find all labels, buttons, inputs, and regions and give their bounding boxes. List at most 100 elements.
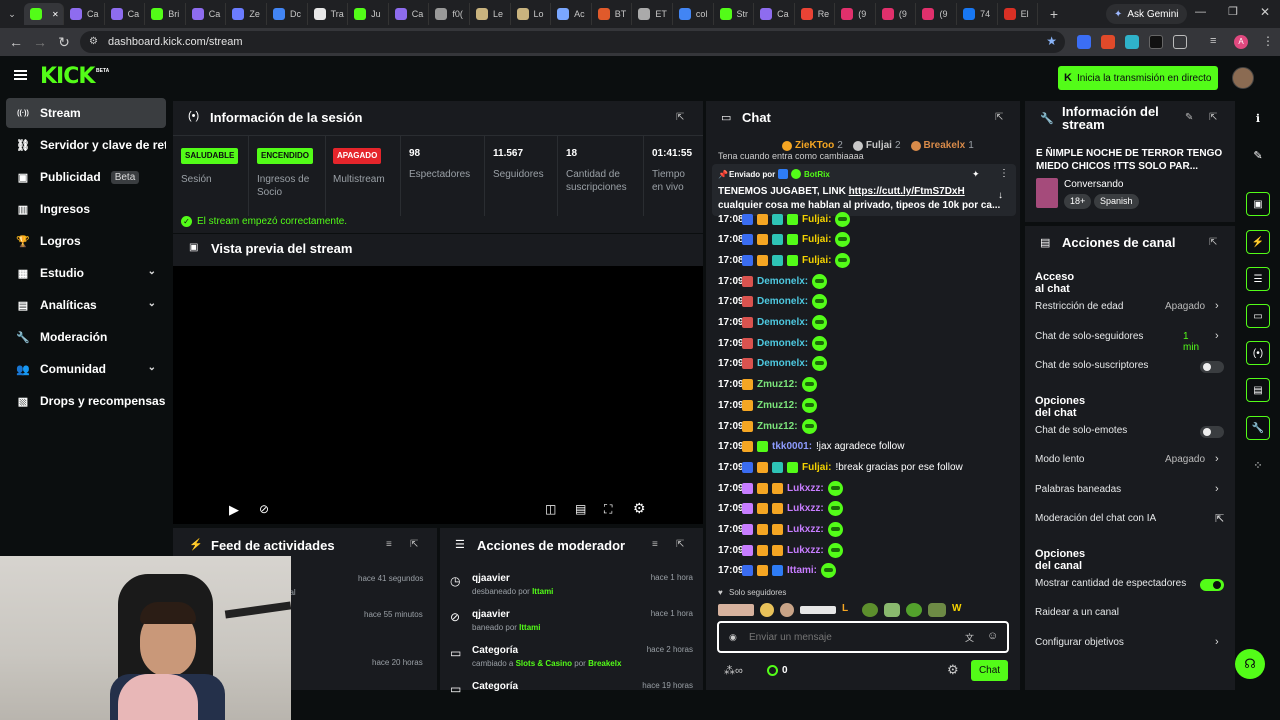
close-window-button[interactable]: ✕ [1260, 5, 1270, 19]
top-gifter[interactable]: Breakelx 1 [910, 140, 974, 151]
browser-tab[interactable]: Str [714, 3, 755, 25]
ask-gemini-button[interactable]: ✦ Ask Gemini [1106, 4, 1187, 24]
browser-tab[interactable]: Ze [226, 3, 267, 25]
filter-icon[interactable]: ≡ [652, 539, 658, 550]
external-link-icon[interactable]: ⇱ [1215, 512, 1224, 525]
start-stream-button[interactable]: K Inicia la transmisión en directo [1058, 66, 1218, 90]
browser-tab[interactable]: Ca [389, 3, 430, 25]
rail-chat-button[interactable]: ▭ [1246, 304, 1270, 328]
chat-username[interactable]: Fuljai: [802, 255, 831, 266]
browser-tab[interactable]: El [998, 3, 1039, 25]
more-options-icon[interactable]: ⋮ [999, 168, 1009, 179]
chat-message[interactable]: 17:09 Zmuz12: [718, 396, 817, 414]
browser-tab[interactable]: 74 [957, 3, 998, 25]
channel-option[interactable]: Raidear a un canal [1035, 607, 1225, 621]
rail-channel-actions-button[interactable]: ▤ [1246, 378, 1270, 402]
chat-username[interactable]: Fuljai: [802, 462, 831, 473]
chat-username[interactable]: Fuljai: [802, 214, 831, 225]
sidebar-item-ingresos[interactable]: ▥ Ingresos [6, 194, 166, 224]
unpin-icon[interactable]: ✦ [972, 169, 980, 180]
browser-tab[interactable]: Dc [267, 3, 308, 25]
browser-tab[interactable]: Ca [64, 3, 105, 25]
chat-message[interactable]: 17:09 Demonelx: [718, 314, 828, 332]
chat-username[interactable]: Zmuz12: [757, 421, 798, 432]
chat-message[interactable]: 17:09 Lukxzz: [718, 479, 843, 497]
chat-message[interactable]: 17:09 Zmuz12: [718, 376, 817, 394]
mod-action-link[interactable]: Breakelx [588, 659, 621, 668]
emote-icon[interactable] [906, 603, 922, 617]
add-widget-icon[interactable]: ⁘ [1250, 457, 1266, 473]
popout-icon[interactable]: ⇱ [995, 112, 1003, 123]
chat-message[interactable]: 17:09 Demonelx: [718, 355, 828, 373]
chat-message[interactable]: 17:09 Demonelx: [718, 272, 828, 290]
browser-tab[interactable]: Lo [511, 3, 552, 25]
chat-username[interactable]: Lukxzz: [787, 483, 824, 494]
emote-icon[interactable] [884, 603, 900, 617]
chat-message[interactable]: 17:09 tkk0001: !jax agradece follow [718, 438, 904, 456]
browser-tab[interactable]: Ca [186, 3, 227, 25]
browser-tab[interactable]: Bri [145, 3, 186, 25]
emote-icon[interactable]: W [952, 603, 966, 617]
channel-option[interactable]: Palabras baneadas [1035, 484, 1225, 498]
rail-mod-actions-button[interactable]: ☰ [1246, 267, 1270, 291]
emote-icon[interactable] [760, 603, 774, 617]
rail-activity-button[interactable]: ⚡ [1246, 230, 1270, 254]
chat-username[interactable]: Lukxzz: [787, 545, 824, 556]
chat-username[interactable]: Demonelx: [757, 296, 808, 307]
chat-username[interactable]: tkk0001: [772, 441, 812, 452]
browser-tab[interactable]: ET [632, 3, 673, 25]
minimize-button[interactable]: — [1195, 6, 1206, 18]
bookmark-star-icon[interactable]: ★ [1046, 34, 1057, 48]
browser-tab[interactable]: (9 [835, 3, 876, 25]
toggle-switch[interactable] [1200, 361, 1224, 373]
chat-input[interactable] [749, 629, 949, 645]
translate-icon[interactable]: 文 [965, 631, 974, 644]
chat-input-box[interactable]: ◉ 文 ☺ [717, 621, 1009, 653]
sidebar-item-estudio[interactable]: ▦ Estudio ⌄ [6, 258, 166, 288]
mod-action-link[interactable]: Slots & Casino [516, 659, 572, 668]
mute-icon[interactable]: ⊘ [259, 502, 269, 516]
settings-gear-icon[interactable]: ⚙ [633, 500, 646, 517]
chat-message[interactable]: 17:09 Demonelx: [718, 334, 828, 352]
channel-option[interactable]: Moderación del chat con IA [1035, 513, 1225, 527]
rail-stream-info-button[interactable]: 🔧 [1246, 416, 1270, 440]
kick-logo[interactable]: KICK [40, 64, 95, 89]
forward-button[interactable]: → [28, 30, 52, 54]
top-gifter[interactable]: ZieKToo 2 [782, 140, 843, 151]
chat-message[interactable]: 17:09 Fuljai: !break gracias por ese foll… [718, 458, 963, 476]
mod-action-link[interactable]: Ittami [519, 623, 540, 632]
chat-message[interactable]: 17:09 Demonelx: [718, 293, 828, 311]
new-tab-button[interactable]: + [1044, 6, 1064, 22]
tab-search-button[interactable]: ⌄ [0, 3, 24, 25]
chat-message[interactable]: 17:09 Lukxzz: [718, 541, 843, 559]
chat-username[interactable]: Zmuz12: [757, 400, 798, 411]
extension-icon[interactable] [1149, 35, 1163, 49]
toggle-switch[interactable] [1200, 578, 1224, 591]
browser-tab[interactable]: (9 [916, 3, 958, 25]
toggle-switch[interactable] [1200, 425, 1224, 438]
chat-message[interactable]: 17:08 Fuljai: [718, 210, 851, 228]
chat-username[interactable]: Fuljai: [802, 234, 831, 245]
sidebar-item-servidor[interactable]: ⛓ Servidor y clave de retrans [6, 130, 166, 160]
emote-icon[interactable] [862, 603, 878, 617]
rail-session-button[interactable]: (•) [1246, 341, 1270, 365]
browser-tab[interactable]: BT [592, 3, 633, 25]
chat-message[interactable]: 17:09 Ittami: [718, 562, 836, 580]
help-button[interactable]: ☊ [1235, 649, 1265, 679]
chat-username[interactable]: Demonelx: [757, 276, 808, 287]
play-icon[interactable]: ▶ [229, 502, 239, 518]
chat-message[interactable]: 17:08 Fuljai: [718, 251, 851, 269]
channel-option[interactable]: Chat de solo-emotes [1035, 425, 1225, 439]
sidebar-item-analíticas[interactable]: ▤ Analíticas ⌄ [6, 290, 166, 320]
sidebar-item-publicidad[interactable]: ▣ Publicidad Beta [6, 162, 166, 192]
popout-icon[interactable]: ⇱ [676, 539, 684, 550]
emote-icon[interactable] [780, 603, 794, 617]
edit-pencil-icon[interactable]: ✎ [1250, 147, 1266, 163]
popout-icon[interactable]: ⇱ [1209, 112, 1217, 123]
chat-username[interactable]: Demonelx: [757, 358, 808, 369]
url-bar[interactable]: ⚙ dashboard.kick.com/stream ★ [80, 31, 1065, 53]
chat-username[interactable]: Lukxzz: [787, 524, 824, 535]
community-icon[interactable]: ⁂∞ [724, 664, 743, 677]
chat-username[interactable]: Lukxzz: [787, 503, 824, 514]
emote-icon[interactable] [718, 604, 754, 616]
